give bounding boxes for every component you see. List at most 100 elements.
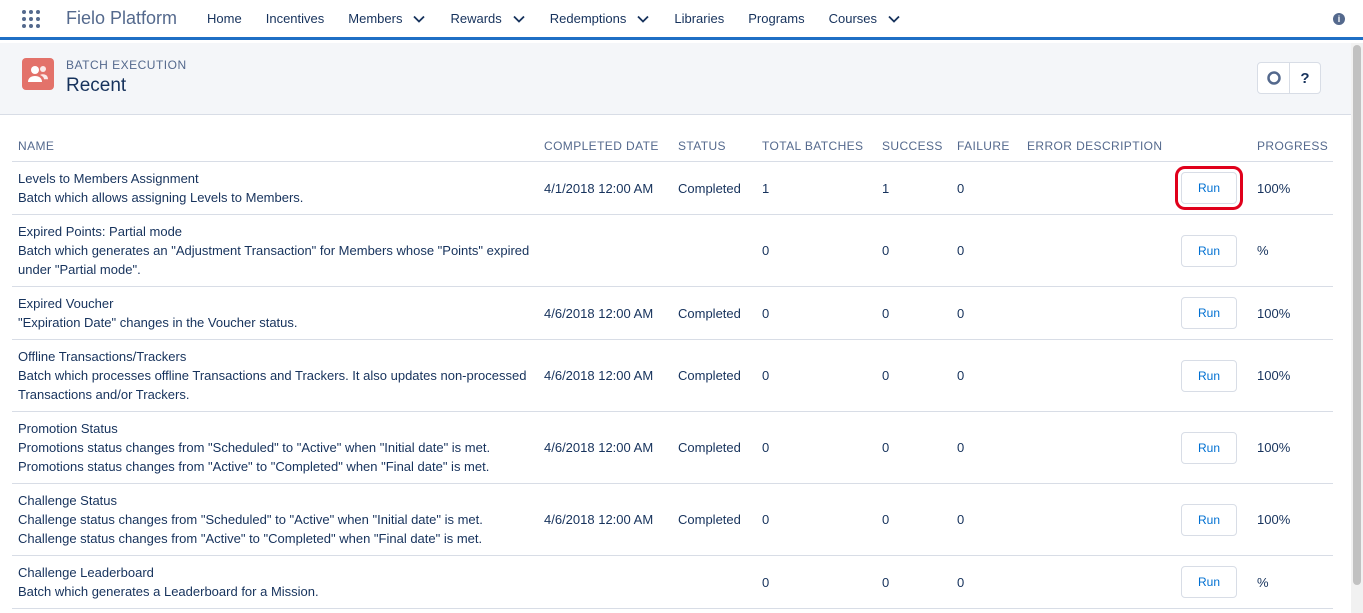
lifebuoy-icon[interactable] [1258,63,1289,93]
nav-tab-home[interactable]: Home [207,11,242,26]
nav-tab-courses[interactable]: Courses [829,11,901,26]
chevron-down-icon[interactable] [412,12,426,26]
action-cell: Run [1171,161,1251,215]
status-cell [672,555,756,609]
run-button[interactable]: Run [1181,359,1237,392]
column-header: PROGRESS [1251,130,1333,162]
run-button[interactable]: Run [1181,566,1237,598]
nav-tab-label: Redemptions [549,11,627,26]
completed-date: 4/6/2018 12:00 AM [538,411,672,484]
nav-tab-libraries[interactable]: Libraries [674,11,724,26]
batch-description: Promotions status changes from "Schedule… [18,440,491,474]
progress-cell: 100% [1251,286,1333,340]
nav-tab-label: Programs [748,11,805,26]
nav-tab-rewards[interactable]: Rewards [450,11,525,26]
batch-description: Batch which processes offline Transactio… [18,368,527,402]
failure-count: 0 [951,483,1021,556]
table-row: Expired Voucher "Expiration Date" changes… [12,286,1333,340]
error-description [1021,161,1171,215]
error-description [1021,214,1171,287]
progress-cell: % [1251,555,1333,609]
batch-description: Batch which generates a Leaderboard for … [18,584,319,599]
app-launcher-icon[interactable] [22,8,44,30]
total-batches: 0 [756,339,876,412]
failure-count: 0 [951,411,1021,484]
error-description [1021,286,1171,340]
chevron-down-icon[interactable] [887,12,901,26]
progress-cell: 100% [1251,411,1333,484]
help-button[interactable]: ? [1289,63,1320,93]
nav-tab-members[interactable]: Members [348,11,426,26]
table-row: Promotion Status Promotions status change… [12,411,1333,484]
global-nav: Fielo Platform Home Incentives Members Rewa… [0,0,1363,40]
run-button[interactable]: Run [1181,234,1237,267]
page-header: BATCH EXECUTION Recent ? [0,43,1363,115]
column-header: COMPLETED DATE [538,130,672,162]
status-cell: Completed [672,161,756,215]
nav-tab-redemptions[interactable]: Redemptions [550,11,651,26]
table-row: Offline Transactions/Trackers Batch which… [12,339,1333,412]
batch-description: Batch which allows assigning Levels to M… [18,190,304,205]
info-icon[interactable]: i [1333,13,1345,25]
failure-count: 0 [951,214,1021,287]
column-header: FAILURE [951,130,1021,162]
page-scrollbar[interactable] [1351,43,1363,613]
batch-title: Challenge Leaderboard [18,565,154,580]
nav-tab-programs[interactable]: Programs [748,11,804,26]
nav-tab-incentives[interactable]: Incentives [266,11,325,26]
completed-date: 4/6/2018 12:00 AM [538,483,672,556]
success-count: 0 [876,339,951,412]
total-batches: 0 [756,411,876,484]
batch-title: Expired Voucher [18,296,114,311]
batch-description: "Expiration Date" changes in the Voucher… [18,315,298,330]
column-header: SUCCESS [876,130,951,162]
status-cell [672,214,756,287]
total-batches: 0 [756,483,876,556]
chevron-down-icon[interactable] [636,12,650,26]
table-row: Challenge Status Challenge status changes… [12,483,1333,556]
page-eyebrow: BATCH EXECUTION [66,58,187,72]
nav-tab-label: Home [207,11,242,26]
nav-tab-label: Libraries [674,11,725,26]
batch-title: Promotion Status [18,421,118,436]
action-cell: Run [1171,286,1251,340]
total-batches: 0 [756,286,876,340]
batch-name-cell: Promotion Status Promotions status change… [12,411,538,484]
nav-tabs: Home Incentives Members Rewards Redemptions L… [207,0,925,37]
failure-count: 0 [951,555,1021,609]
completed-date: 4/6/2018 12:00 AM [538,286,672,340]
column-header [1171,130,1251,162]
table-row: Expired Points: Partial mode Batch which … [12,214,1333,287]
run-button[interactable]: Run [1181,431,1237,464]
batch-name-cell: Expired Voucher "Expiration Date" changes… [12,286,538,340]
scroll-thumb[interactable] [1353,45,1361,585]
batch-name-cell: Challenge Status Challenge status changes… [12,483,538,556]
success-count: 0 [876,214,951,287]
run-button[interactable]: Run [1181,172,1237,204]
error-description [1021,411,1171,484]
batch-name-cell: Challenge Leaderboard Batch which generat… [12,555,538,609]
action-cell: Run [1171,339,1251,412]
success-count: 1 [876,161,951,215]
action-cell: Run [1171,214,1251,287]
column-header: NAME [12,130,538,162]
header-button-group: ? [1257,62,1321,94]
success-count: 0 [876,555,951,609]
batch-name-cell: Expired Points: Partial mode Batch which … [12,214,538,287]
batch-description: Challenge status changes from "Scheduled… [18,512,483,546]
batch-description: Batch which generates an "Adjustment Tra… [18,243,530,277]
progress-cell: % [1251,214,1333,287]
batch-name-cell: Offline Transactions/Trackers Batch which… [12,339,538,412]
batch-title: Levels to Members Assignment [18,171,199,186]
total-batches: 0 [756,555,876,609]
batch-table: NAME COMPLETED DATE STATUS TOTAL BATCHES SUC… [12,130,1333,609]
error-description [1021,339,1171,412]
run-button[interactable]: Run [1181,503,1237,536]
status-cell: Completed [672,411,756,484]
status-cell: Completed [672,339,756,412]
chevron-down-icon[interactable] [512,12,526,26]
table-header-row: NAME COMPLETED DATE STATUS TOTAL BATCHES SUC… [12,130,1333,162]
run-button[interactable]: Run [1181,297,1237,329]
nav-tab-label: Courses [828,11,878,26]
batch-name-cell: Levels to Members Assignment Batch which … [12,161,538,215]
